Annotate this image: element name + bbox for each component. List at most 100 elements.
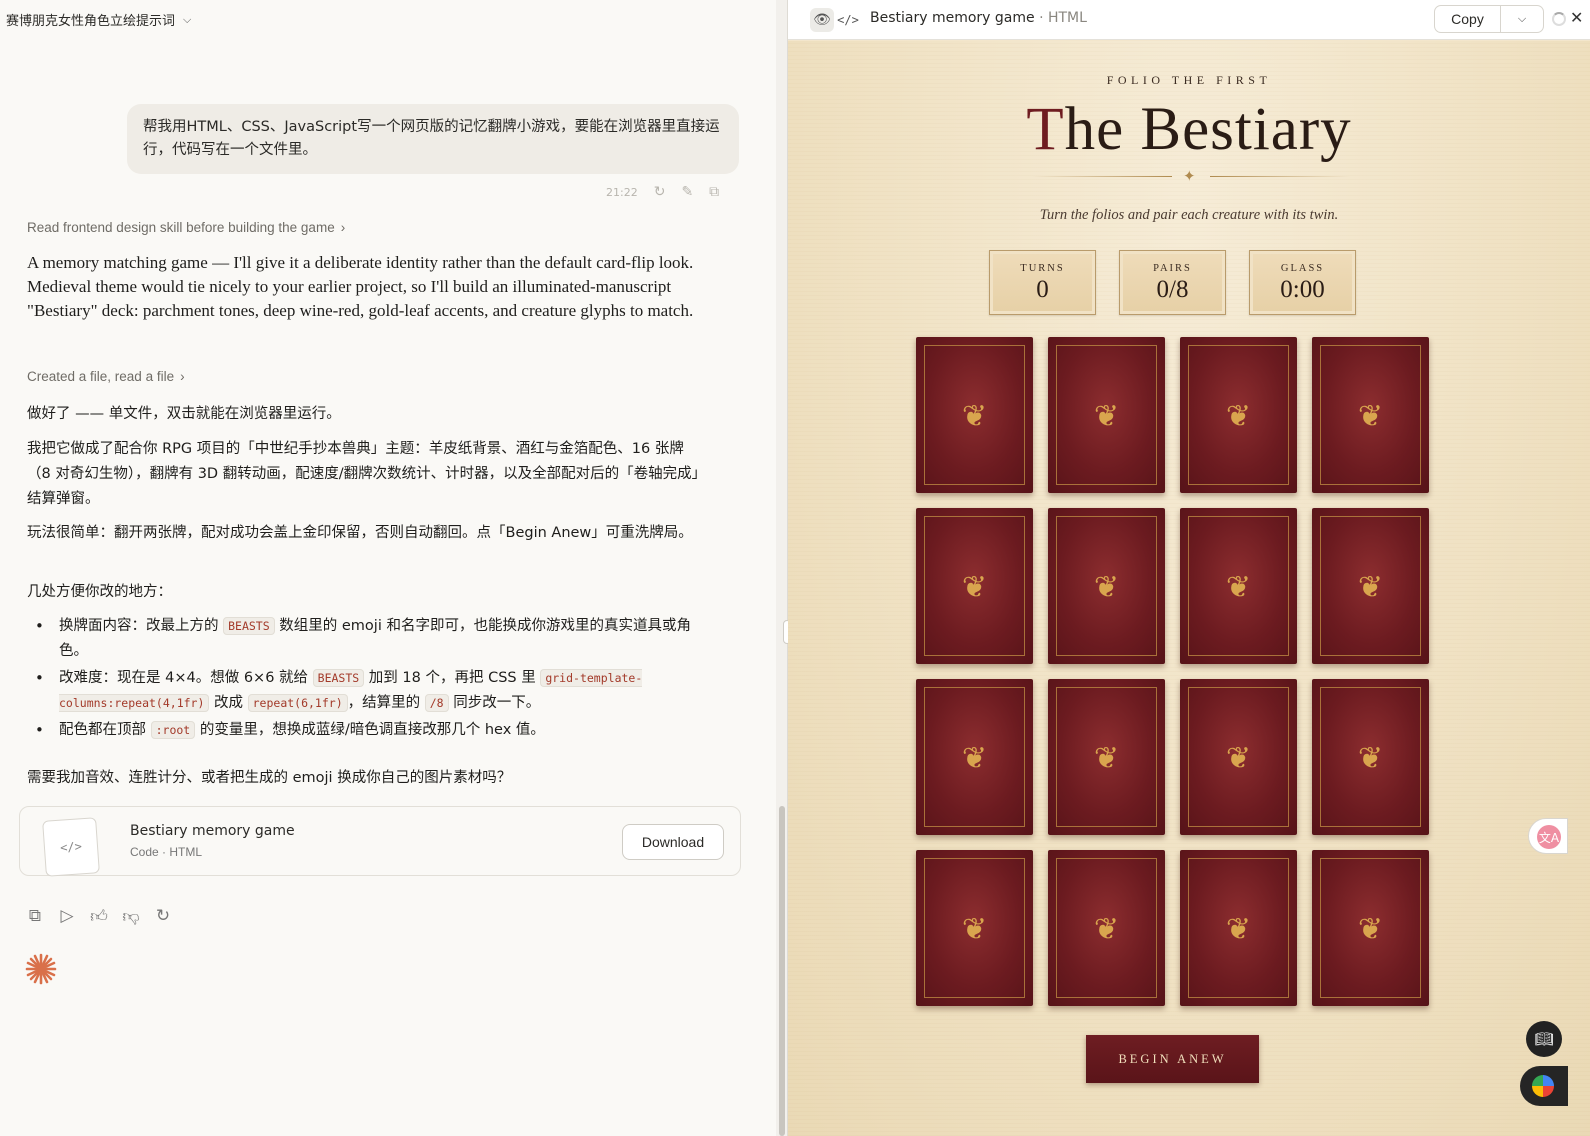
artifact-subtitle: Code · HTML	[130, 845, 203, 859]
memory-card[interactable]: ❦	[916, 850, 1033, 1006]
fleuron-icon: ❦	[961, 571, 988, 604]
memory-card[interactable]: ❦	[916, 679, 1033, 835]
stat-value: 0/8	[1156, 276, 1189, 303]
thumbs-up-icon[interactable]: 👍︎	[90, 906, 108, 927]
artifact-title: Bestiary memory game	[130, 823, 295, 839]
list-text: 的变量里，想换成蓝绿/暗色调直接改那几个 hex 值。	[199, 722, 545, 738]
stat-label: TURNS	[1020, 263, 1065, 274]
copy-icon[interactable]: ⧉	[709, 184, 719, 200]
assistant-intro: A memory matching game — I'll give it a …	[27, 253, 694, 320]
code-repeat: repeat(6,1fr)	[247, 694, 348, 712]
code-slash-8: /8	[424, 694, 449, 712]
play-icon[interactable]: ▷	[58, 906, 76, 927]
memory-card[interactable]: ❦	[916, 508, 1033, 664]
list-item: 改难度：现在是 4×4。想做 6×6 就给 BEASTS 加到 18 个，再把 …	[27, 666, 717, 716]
fleuron-icon: ❦	[1225, 400, 1252, 433]
conversation-title-text: 赛博朋克女性角色立绘提示词	[6, 14, 176, 29]
extension-widget[interactable]	[1520, 1066, 1568, 1106]
book-icon[interactable]: 📖︎	[1526, 1021, 1562, 1057]
retry-icon[interactable]: ↻	[654, 184, 666, 200]
chat-scrollbar-thumb[interactable]	[779, 806, 785, 1136]
stat-glass: GLASS 0:00	[1249, 250, 1356, 315]
chevron-down-icon[interactable]: ⌵	[1501, 6, 1543, 32]
memory-card[interactable]: ❦	[1048, 850, 1165, 1006]
list-text: 加到 18 个，再把 CSS 里	[368, 670, 536, 686]
tips-list: 换牌面内容：改最上方的 BEASTS 数组里的 emoji 和名字即可，也能换成…	[27, 614, 717, 745]
conversation-title[interactable]: 赛博朋克女性角色立绘提示词 ⌵	[6, 10, 192, 30]
code-icon[interactable]: </>	[836, 8, 860, 32]
title-drop-cap: T	[1026, 96, 1065, 163]
message-time: 21:22	[606, 185, 638, 199]
translate-icon: 文A	[1537, 825, 1561, 849]
assistant-para-3: 玩法很简单：翻开两张牌，配对成功会盖上金印保留，否则自动翻回。点「Begin A…	[27, 525, 693, 541]
memory-card[interactable]: ❦	[1312, 850, 1429, 1006]
ornament-divider: ✦	[1032, 167, 1350, 187]
preview-title-text: Bestiary memory game	[870, 10, 1035, 26]
copy-button[interactable]: Copy	[1435, 6, 1501, 32]
copy-button-group: Copy ⌵	[1434, 5, 1544, 33]
user-message: 帮我用HTML、CSS、JavaScript写一个网页版的记忆翻牌小游戏，要能在…	[127, 104, 739, 174]
artifact-card[interactable]: </> Bestiary memory game Code · HTML Dow…	[19, 806, 741, 877]
assistant-para-2: 我把它做成了配合你 RPG 项目的「中世纪手抄本兽典」主题：羊皮纸背景、酒红与金…	[27, 441, 699, 507]
memory-card[interactable]: ❦	[1048, 508, 1165, 664]
close-icon[interactable]: ✕	[1570, 8, 1583, 27]
memory-card[interactable]: ❦	[1180, 337, 1297, 493]
fleuron-icon: ❦	[1093, 571, 1120, 604]
stat-pairs: PAIRS 0/8	[1119, 250, 1226, 315]
copy-icon[interactable]: ⧉	[26, 906, 44, 927]
game-title: The Bestiary	[788, 95, 1590, 165]
step-read-skill[interactable]: Read frontend design skill before buildi…	[27, 220, 345, 235]
eye-icon[interactable]: 👁︎	[810, 8, 834, 32]
loading-spinner-icon	[1552, 12, 1566, 26]
list-item: 换牌面内容：改最上方的 BEASTS 数组里的 emoji 和名字即可，也能换成…	[27, 614, 717, 664]
chevron-right-icon: ›	[180, 369, 185, 384]
game-stage: FOLIO THE FIRST The Bestiary ✦ Turn the …	[788, 41, 1590, 1136]
memory-card[interactable]: ❦	[1312, 337, 1429, 493]
fleuron-icon: ❦	[1093, 400, 1120, 433]
stat-label: GLASS	[1280, 263, 1325, 274]
list-item: 配色都在顶部 :root 的变量里，想换成蓝绿/暗色调直接改那几个 hex 值。	[27, 718, 717, 743]
fleuron-icon: ❦	[1357, 913, 1384, 946]
memory-card[interactable]: ❦	[1312, 679, 1429, 835]
message-actions: ⧉ ▷ 👍︎ 👎︎ ↻	[26, 906, 172, 927]
google-icon	[1532, 1075, 1554, 1097]
memory-card[interactable]: ❦	[916, 337, 1033, 493]
preview-toolbar: 👁︎ </> Bestiary memory game · HTML Copy …	[788, 0, 1590, 40]
memory-card[interactable]: ❦	[1180, 508, 1297, 664]
list-text: 配色都在顶部	[59, 722, 146, 738]
fleuron-icon: ❦	[1357, 571, 1384, 604]
preview-type: · HTML	[1039, 10, 1087, 26]
code-file-icon: </>	[42, 817, 100, 877]
memory-card[interactable]: ❦	[1180, 679, 1297, 835]
fleuron-icon: ❦	[1357, 742, 1384, 775]
thumbs-down-icon[interactable]: 👎︎	[122, 906, 140, 927]
list-text: 换牌面内容：改最上方的	[59, 618, 219, 634]
edit-icon[interactable]: ✎	[681, 184, 693, 200]
stat-label: PAIRS	[1153, 263, 1192, 274]
fleuron-icon: ❦	[1093, 913, 1120, 946]
translate-widget[interactable]: 文A	[1528, 818, 1568, 854]
begin-anew-button[interactable]: BEGIN ANEW	[1086, 1035, 1259, 1083]
preview-title: Bestiary memory game · HTML	[870, 10, 1087, 26]
memory-card[interactable]: ❦	[1180, 850, 1297, 1006]
stat-value: 0:00	[1280, 276, 1325, 303]
user-message-text: 帮我用HTML、CSS、JavaScript写一个网页版的记忆翻牌小游戏，要能在…	[143, 119, 720, 158]
memory-card[interactable]: ❦	[1048, 337, 1165, 493]
code-root: :root	[150, 721, 196, 739]
list-text: ，结算里的	[347, 695, 421, 711]
preview-pane: 👁︎ </> Bestiary memory game · HTML Copy …	[788, 0, 1590, 1136]
step-created-file[interactable]: Created a file, read a file ›	[27, 369, 185, 384]
ornament-line	[1210, 176, 1350, 177]
fleuron-icon: ❦	[1225, 571, 1252, 604]
fleuron-icon: ❦	[961, 742, 988, 775]
memory-card[interactable]: ❦	[1312, 508, 1429, 664]
step-created-file-label: Created a file, read a file	[27, 369, 175, 384]
memory-card[interactable]: ❦	[1048, 679, 1165, 835]
fleuron-icon: ❦	[1225, 742, 1252, 775]
retry-icon[interactable]: ↻	[154, 906, 172, 927]
fleuron-icon: ❦	[961, 913, 988, 946]
game-subtitle: Turn the folios and pair each creature w…	[1039, 207, 1339, 223]
download-button[interactable]: Download	[622, 824, 724, 860]
fleuron-icon: ❦	[1357, 400, 1384, 433]
chevron-down-icon: ⌵	[183, 12, 192, 26]
